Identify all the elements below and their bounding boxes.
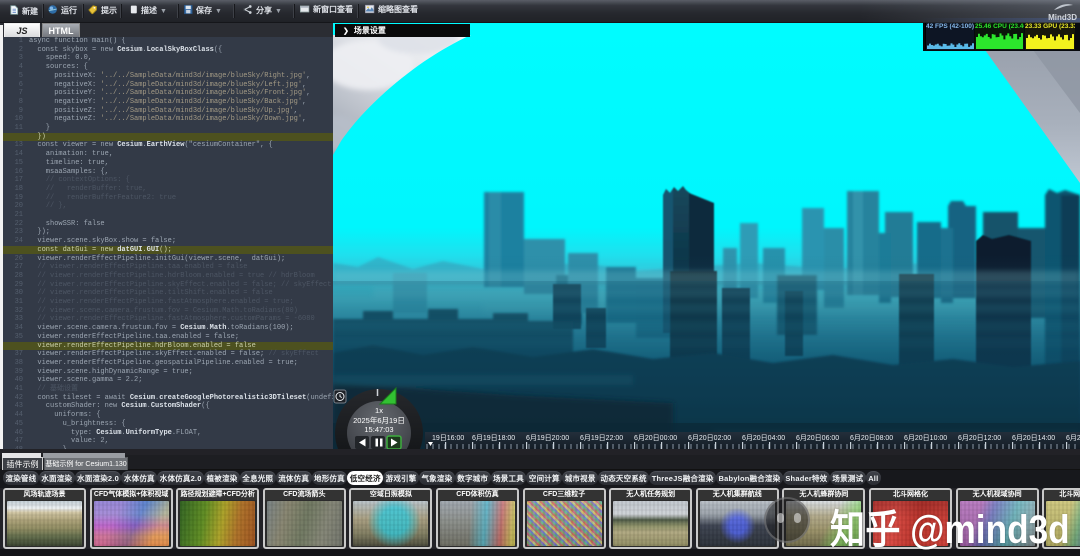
svg-text:15:47:03: 15:47:03 bbox=[364, 425, 393, 434]
svg-text:2025年6月19日: 2025年6月19日 bbox=[353, 415, 405, 425]
svg-text:1x: 1x bbox=[375, 406, 383, 415]
